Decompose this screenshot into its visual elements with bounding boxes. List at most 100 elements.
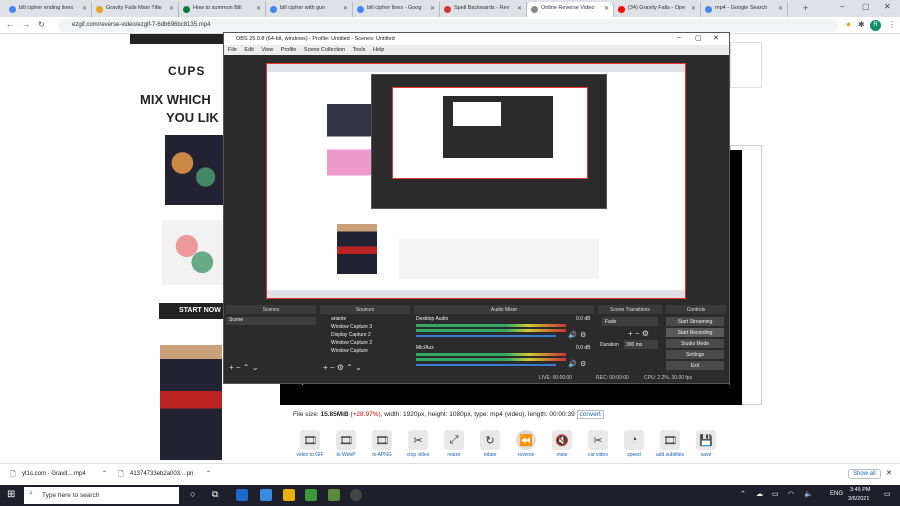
volume-slider[interactable] — [416, 364, 556, 366]
back-icon[interactable]: ← — [6, 20, 14, 29]
settings-button[interactable]: Settings — [666, 350, 724, 359]
avatar[interactable]: R — [870, 20, 881, 31]
tool-video-to-gif[interactable]: 🎞 video to GIF — [293, 430, 327, 458]
menu-profile[interactable]: Profile — [281, 47, 297, 53]
menu-edit[interactable]: Edit — [244, 47, 253, 53]
obs-preview[interactable] — [266, 63, 686, 299]
chrome-icon[interactable] — [305, 489, 317, 501]
tray-chevron-icon[interactable]: ⌃ — [740, 490, 746, 498]
speaker-icon[interactable]: 🔊 — [568, 360, 577, 368]
exit-button[interactable]: Exit — [666, 361, 724, 370]
volume-icon[interactable]: 🔈 — [804, 490, 813, 498]
close-icon[interactable]: ✕ — [713, 34, 719, 42]
tab-3[interactable]: bill cipher with gun ✕ — [266, 2, 353, 17]
menu-help[interactable]: Help — [373, 47, 384, 53]
search-input[interactable]: Type here to search — [24, 487, 179, 504]
chevron-up-icon[interactable]: ⌃ — [102, 470, 107, 477]
tool-crop[interactable]: ✂ crop video — [401, 430, 435, 458]
tool-mute[interactable]: 🔇 mute — [545, 430, 579, 458]
download-item[interactable]: 41374733eb2a003....pn — [130, 471, 193, 477]
star-icon[interactable]: ★ — [845, 20, 852, 29]
extensions-icon[interactable]: ✱ — [858, 20, 865, 29]
tool-to-apng[interactable]: 🎞 to APNG — [365, 430, 399, 458]
download-item[interactable]: yt1s.com - Gravit....mp4 — [22, 471, 86, 477]
reload-icon[interactable]: ↻ — [38, 20, 45, 29]
tool-resize[interactable]: ⤢ resize — [437, 430, 471, 458]
maximize-icon[interactable]: ▢ — [862, 2, 870, 11]
close-icon[interactable]: ✕ — [82, 5, 87, 12]
tool-rotate[interactable]: ↻ rotate — [473, 430, 507, 458]
tool-reverse[interactable]: ⏪ reverse — [509, 430, 543, 458]
close-icon[interactable]: ✕ — [604, 5, 609, 12]
tab-5[interactable]: Spell Backwards - Rev ✕ — [440, 2, 527, 17]
battery-icon[interactable]: ▭ — [772, 490, 779, 498]
obs-icon[interactable] — [350, 489, 362, 501]
menu-icon[interactable]: ⋮ — [888, 20, 896, 29]
speaker-icon[interactable]: 🔊 — [568, 331, 577, 339]
menu-file[interactable]: File — [228, 47, 237, 53]
url-input[interactable]: ezgif.com/reverse-video/ezgif-7-6db696bc… — [58, 19, 838, 32]
source-item[interactable]: Window Capture 2 — [320, 340, 400, 348]
close-icon[interactable]: ✕ — [778, 5, 783, 12]
chevron-up-icon[interactable]: ⌃ — [206, 470, 211, 477]
mail-icon[interactable] — [260, 489, 272, 501]
tool-save[interactable]: 💾 save — [689, 430, 723, 458]
cortana-icon[interactable]: ○ — [190, 489, 195, 499]
source-item[interactable]: Window Capture — [320, 348, 400, 356]
minimize-icon[interactable]: – — [840, 2, 844, 11]
studio-mode-button[interactable]: Studio Mode — [666, 339, 724, 348]
clock-date[interactable]: 3/6/2021 — [848, 496, 869, 502]
close-window-icon[interactable]: ✕ — [884, 2, 891, 11]
start-recording-button[interactable]: Start Recording — [666, 328, 724, 337]
source-item[interactable]: ariante — [320, 316, 400, 324]
tool-subtitles[interactable]: 🎞 add subtitles — [653, 430, 687, 458]
tab-1[interactable]: Gravity Falls Main Title ✕ — [92, 2, 179, 17]
edge-icon[interactable] — [236, 489, 248, 501]
minimize-icon[interactable]: – — [677, 34, 681, 41]
close-icon[interactable]: ✕ — [256, 5, 261, 12]
task-view-icon[interactable]: ⧉ — [212, 489, 218, 500]
source-item[interactable]: Display Capture 2 — [320, 332, 400, 340]
start-streaming-button[interactable]: Start Streaming — [666, 317, 724, 326]
ad-start-button[interactable]: START NOW — [159, 303, 224, 319]
gear-icon[interactable]: ⚙ — [580, 360, 586, 368]
wifi-icon[interactable]: ◠ — [788, 490, 794, 498]
transition-select[interactable]: Fade — [602, 317, 658, 326]
show-all-button[interactable]: Show all — [848, 469, 881, 479]
tool-cut[interactable]: ✂ cut video — [581, 430, 615, 458]
close-icon[interactable]: ✕ — [886, 469, 892, 477]
new-tab-button[interactable]: + — [803, 3, 808, 13]
notification-icon[interactable]: ▭ — [884, 490, 891, 498]
tool-to-webp[interactable]: 🎞 to WebP — [329, 430, 363, 458]
tool-speed[interactable]: ◔ speed — [617, 430, 651, 458]
close-icon[interactable]: ✕ — [517, 5, 522, 12]
add-transition-button[interactable]: + − ⚙ — [628, 329, 649, 338]
menu-view[interactable]: View — [261, 47, 273, 53]
maximize-icon[interactable]: ▢ — [695, 34, 702, 42]
windows-icon[interactable]: ⊞ — [7, 489, 15, 500]
obs-window[interactable]: OBS 25.0.8 (64-bit, windows) - Profile: … — [223, 32, 730, 384]
tab-0[interactable]: bill cipher ending lines ✕ — [5, 2, 92, 17]
add-scene-button[interactable]: + − ⌃ ⌄ — [229, 363, 258, 372]
close-icon[interactable]: ✕ — [343, 5, 348, 12]
app-icon[interactable] — [328, 489, 340, 501]
convert-button[interactable]: convert — [576, 410, 604, 419]
source-item[interactable]: Window Capture 3 — [320, 324, 400, 332]
network-icon[interactable]: ☁ — [756, 490, 763, 498]
add-source-button[interactable]: + − ⚙ ⌃ ⌄ — [323, 363, 362, 372]
volume-slider[interactable] — [416, 335, 556, 337]
scene-item[interactable]: Scene — [226, 317, 316, 325]
tab-2[interactable]: How to summon Bill ✕ — [179, 2, 266, 17]
tab-6[interactable]: Online Reverse Video ✕ — [527, 2, 614, 17]
close-icon[interactable]: ✕ — [430, 5, 435, 12]
clock-time[interactable]: 3:45 PM — [850, 487, 870, 493]
menu-tools[interactable]: Tools — [353, 47, 366, 53]
tab-7[interactable]: (34) Gravity Falls - Ope ✕ — [614, 2, 701, 17]
close-icon[interactable]: ✕ — [169, 5, 174, 12]
close-icon[interactable]: ✕ — [691, 5, 696, 12]
folder-icon[interactable] — [283, 489, 295, 501]
tab-8[interactable]: mp4 - Google Search ✕ — [701, 2, 788, 17]
duration-input[interactable]: 300 ms — [624, 340, 658, 349]
gear-icon[interactable]: ⚙ — [580, 331, 586, 339]
menu-scene-collection[interactable]: Scene Collection — [304, 47, 345, 53]
